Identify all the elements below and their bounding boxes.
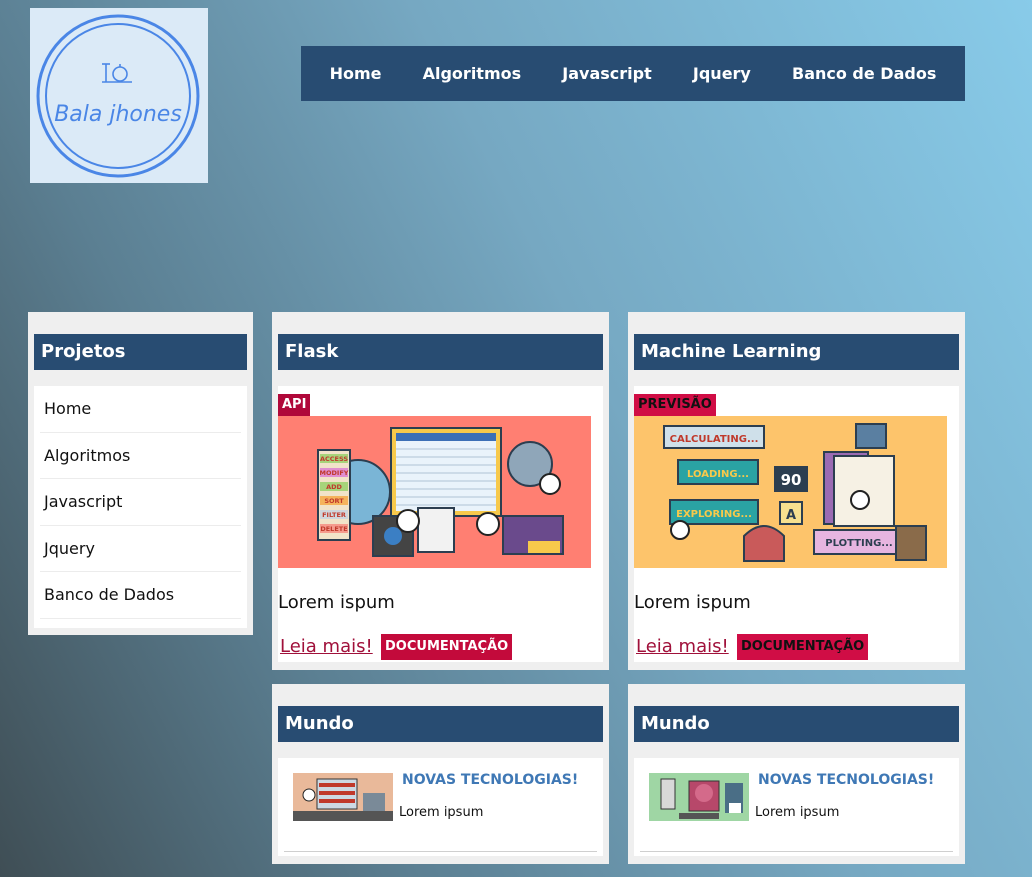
news-text: Lorem ipsum — [755, 805, 840, 820]
nav-algoritmos[interactable]: Algoritmos — [423, 64, 522, 83]
nav-banco-de-dados[interactable]: Banco de Dados — [792, 64, 936, 83]
card-tag-previsao: PREVISÃO — [634, 394, 716, 416]
flask-label-sort: SORT — [324, 497, 344, 505]
news-body: NOVAS TECNOLOGIAS! Lorem ipsum — [634, 758, 959, 856]
flask-label-add: ADD — [326, 483, 342, 491]
flask-label-filter: FILTER — [322, 511, 346, 519]
sidebar-title: Projetos — [34, 334, 247, 370]
card-body: ACCESS MODIFY ADD SORT FILTER DELETE API… — [278, 386, 603, 662]
news-panel-2: Mundo NOVAS TECNOLOGIAS! Lorem ipsum — [628, 684, 965, 864]
sidebar-item-banco-de-dados[interactable]: Banco de Dados — [40, 572, 241, 619]
logo-text: Bala jhones — [54, 102, 182, 127]
flask-label-access: ACCESS — [320, 455, 348, 463]
flask-label-delete: DELETE — [320, 525, 347, 533]
news-thumbnail[interactable] — [649, 773, 749, 821]
nav-jquery[interactable]: Jquery — [693, 64, 751, 83]
nav-home[interactable]: Home — [330, 64, 382, 83]
documentation-button[interactable]: DOCUMENTAÇÃO — [381, 634, 513, 660]
card-title: Flask — [278, 334, 603, 370]
sidebar-item-jquery[interactable]: Jquery — [40, 526, 241, 572]
sidebar-item-algoritmos[interactable]: Algoritmos — [40, 433, 241, 479]
card-text: Lorem ispum — [634, 592, 751, 613]
card-machine-learning: Machine Learning CALCULATING... LOADING.… — [628, 312, 965, 670]
logo-emblem-icon: Bala jhones — [36, 14, 200, 178]
card-title: Machine Learning — [634, 334, 959, 370]
news-headline[interactable]: NOVAS TECNOLOGIAS! — [402, 772, 578, 788]
news-body: NOVAS TECNOLOGIAS! Lorem ipsum — [278, 758, 603, 856]
news-panel-1: Mundo NOVAS TECNOLOGIAS! Lorem ipsum — [272, 684, 609, 864]
top-nav: Home Algoritmos Javascript Jquery Banco … — [301, 46, 965, 101]
ml-label-exploring: EXPLORING... — [676, 509, 752, 520]
ml-label-a: A — [786, 508, 796, 523]
sidebar-item-home[interactable]: Home — [40, 386, 241, 433]
divider — [284, 851, 597, 852]
flask-label-modify: MODIFY — [320, 469, 349, 477]
site-logo[interactable]: Bala jhones — [30, 8, 208, 183]
read-more-link[interactable]: Leia mais! — [280, 636, 373, 657]
card-text: Lorem ispum — [278, 592, 395, 613]
ml-label-90: 90 — [781, 471, 802, 489]
nav-javascript[interactable]: Javascript — [562, 64, 651, 83]
ml-label-calculating: CALCULATING... — [670, 434, 759, 445]
news-text: Lorem ipsum — [399, 805, 484, 820]
flask-illustration: ACCESS MODIFY ADD SORT FILTER DELETE — [278, 416, 591, 568]
ml-illustration: CALCULATING... LOADING... EXPLORING... P… — [634, 416, 947, 568]
card-tag-api: API — [278, 394, 311, 416]
news-thumbnail[interactable] — [293, 773, 393, 821]
ml-label-loading: LOADING... — [687, 469, 749, 480]
news-title: Mundo — [634, 706, 959, 742]
read-more-link[interactable]: Leia mais! — [636, 636, 729, 657]
sidebar-list: Home Algoritmos Javascript Jquery Banco … — [34, 386, 247, 628]
divider — [640, 851, 953, 852]
sidebar-item-javascript[interactable]: Javascript — [40, 479, 241, 526]
card-body: CALCULATING... LOADING... EXPLORING... P… — [634, 386, 959, 662]
sidebar-panel: Projetos Home Algoritmos Javascript Jque… — [28, 312, 253, 635]
documentation-button[interactable]: DOCUMENTAÇÃO — [737, 634, 869, 660]
news-headline[interactable]: NOVAS TECNOLOGIAS! — [758, 772, 934, 788]
ml-label-plotting: PLOTTING... — [825, 538, 892, 549]
news-title: Mundo — [278, 706, 603, 742]
card-flask: Flask ACCESS MODIFY ADD SORT FILTER DELE… — [272, 312, 609, 670]
